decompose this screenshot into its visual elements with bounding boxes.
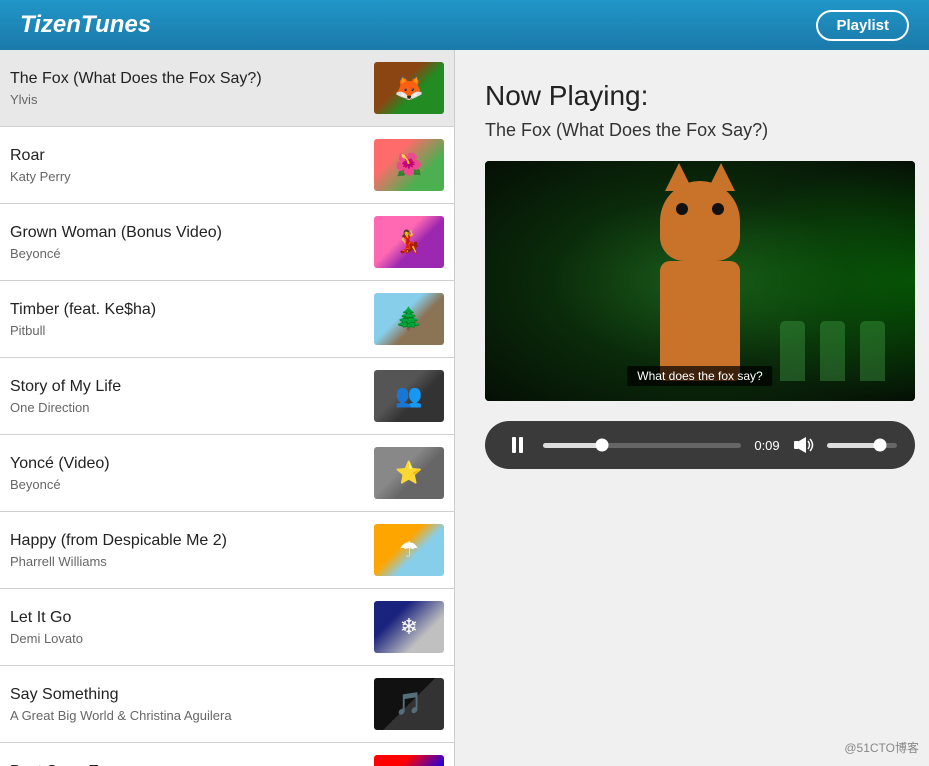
item-info-yonce: Yoncé (Video) Beyoncé (10, 454, 374, 492)
volume-fill (827, 443, 880, 448)
video-player: What does the fox say? (485, 161, 915, 401)
pause-bar-left (512, 437, 516, 453)
item-thumb-yonce (374, 447, 444, 499)
volume-thumb (873, 439, 886, 452)
playlist-item-roar[interactable]: Roar Katy Perry (0, 127, 454, 204)
item-artist-timber: Pitbull (10, 323, 364, 338)
fox-head (660, 181, 740, 261)
item-info-fox: The Fox (What Does the Fox Say?) Ylvis (10, 69, 374, 107)
item-thumb-grown (374, 216, 444, 268)
playlist-item-timber[interactable]: Timber (feat. Ke$ha) Pitbull (0, 281, 454, 358)
bg-figure-3 (860, 321, 885, 381)
progress-bar[interactable] (543, 443, 741, 448)
app-header: TizenTunes Playlist (0, 0, 929, 50)
item-title-fox: The Fox (What Does the Fox Say?) (10, 69, 364, 90)
item-artist-letitgo: Demi Lovato (10, 631, 364, 646)
playlist-item-fox[interactable]: The Fox (What Does the Fox Say?) Ylvis (0, 50, 454, 127)
item-info-letitgo: Let It Go Demi Lovato (10, 608, 374, 646)
item-artist-grown: Beyoncé (10, 246, 364, 261)
item-artist-say: A Great Big World & Christina Aguilera (10, 708, 364, 723)
progress-thumb (596, 439, 609, 452)
playlist-item-story[interactable]: Story of My Life One Direction (0, 358, 454, 435)
item-info-best: Best Song Ever One Direction (10, 762, 374, 766)
item-info-timber: Timber (feat. Ke$ha) Pitbull (10, 300, 374, 338)
volume-icon[interactable] (793, 436, 815, 454)
item-title-say: Say Something (10, 685, 364, 706)
now-playing-label: Now Playing: (485, 80, 915, 112)
item-title-grown: Grown Woman (Bonus Video) (10, 223, 364, 244)
item-thumb-letitgo (374, 601, 444, 653)
volume-bar[interactable] (827, 443, 897, 448)
item-title-happy: Happy (from Despicable Me 2) (10, 531, 364, 552)
progress-fill (543, 443, 602, 448)
item-artist-happy: Pharrell Williams (10, 554, 364, 569)
item-title-roar: Roar (10, 146, 364, 167)
item-info-roar: Roar Katy Perry (10, 146, 374, 184)
fox-figure (635, 181, 765, 381)
fox-ear-left (665, 163, 693, 191)
video-subtitle: What does the fox say? (627, 366, 772, 386)
fox-ear-right (707, 163, 735, 191)
item-thumb-best (374, 755, 444, 766)
playlist-item-happy[interactable]: Happy (from Despicable Me 2) Pharrell Wi… (0, 512, 454, 589)
item-info-grown: Grown Woman (Bonus Video) Beyoncé (10, 223, 374, 261)
fox-body (660, 261, 740, 381)
playlist-item-letitgo[interactable]: Let It Go Demi Lovato (0, 589, 454, 666)
item-thumb-roar (374, 139, 444, 191)
playlist-panel: The Fox (What Does the Fox Say?) Ylvis R… (0, 50, 455, 766)
playlist-button[interactable]: Playlist (816, 10, 909, 41)
playlist-item-grown[interactable]: Grown Woman (Bonus Video) Beyoncé (0, 204, 454, 281)
item-artist-story: One Direction (10, 400, 364, 415)
fox-eye-right (712, 203, 724, 215)
item-info-happy: Happy (from Despicable Me 2) Pharrell Wi… (10, 531, 374, 569)
item-thumb-story (374, 370, 444, 422)
playlist-item-best[interactable]: Best Song Ever One Direction (0, 743, 454, 766)
item-title-timber: Timber (feat. Ke$ha) (10, 300, 364, 321)
controls-bar: 0:09 (485, 421, 915, 469)
now-playing-title: The Fox (What Does the Fox Say?) (485, 120, 915, 141)
item-thumb-happy (374, 524, 444, 576)
pause-button[interactable] (503, 431, 531, 459)
video-scene: What does the fox say? (485, 161, 915, 401)
item-title-best: Best Song Ever (10, 762, 364, 766)
pause-bar-right (519, 437, 523, 453)
playlist-item-say[interactable]: Say Something A Great Big World & Christ… (0, 666, 454, 743)
item-thumb-say (374, 678, 444, 730)
watermark: @51CTO博客 (844, 739, 919, 756)
pause-icon (512, 437, 523, 453)
bg-figure-1 (780, 321, 805, 381)
item-artist-yonce: Beyoncé (10, 477, 364, 492)
item-artist-fox: Ylvis (10, 92, 364, 107)
player-panel: Now Playing: The Fox (What Does the Fox … (455, 50, 929, 766)
main-layout: The Fox (What Does the Fox Say?) Ylvis R… (0, 50, 929, 766)
bg-figure-2 (820, 321, 845, 381)
item-info-say: Say Something A Great Big World & Christ… (10, 685, 374, 723)
playlist-item-yonce[interactable]: Yoncé (Video) Beyoncé (0, 435, 454, 512)
item-info-story: Story of My Life One Direction (10, 377, 374, 415)
time-display: 0:09 (753, 438, 781, 453)
item-title-yonce: Yoncé (Video) (10, 454, 364, 475)
item-artist-roar: Katy Perry (10, 169, 364, 184)
item-thumb-timber (374, 293, 444, 345)
app-title: TizenTunes (20, 11, 151, 39)
item-thumb-fox (374, 62, 444, 114)
background-figures (780, 321, 885, 381)
item-title-letitgo: Let It Go (10, 608, 364, 629)
speaker-icon (793, 436, 815, 454)
item-title-story: Story of My Life (10, 377, 364, 398)
fox-eye-left (676, 203, 688, 215)
